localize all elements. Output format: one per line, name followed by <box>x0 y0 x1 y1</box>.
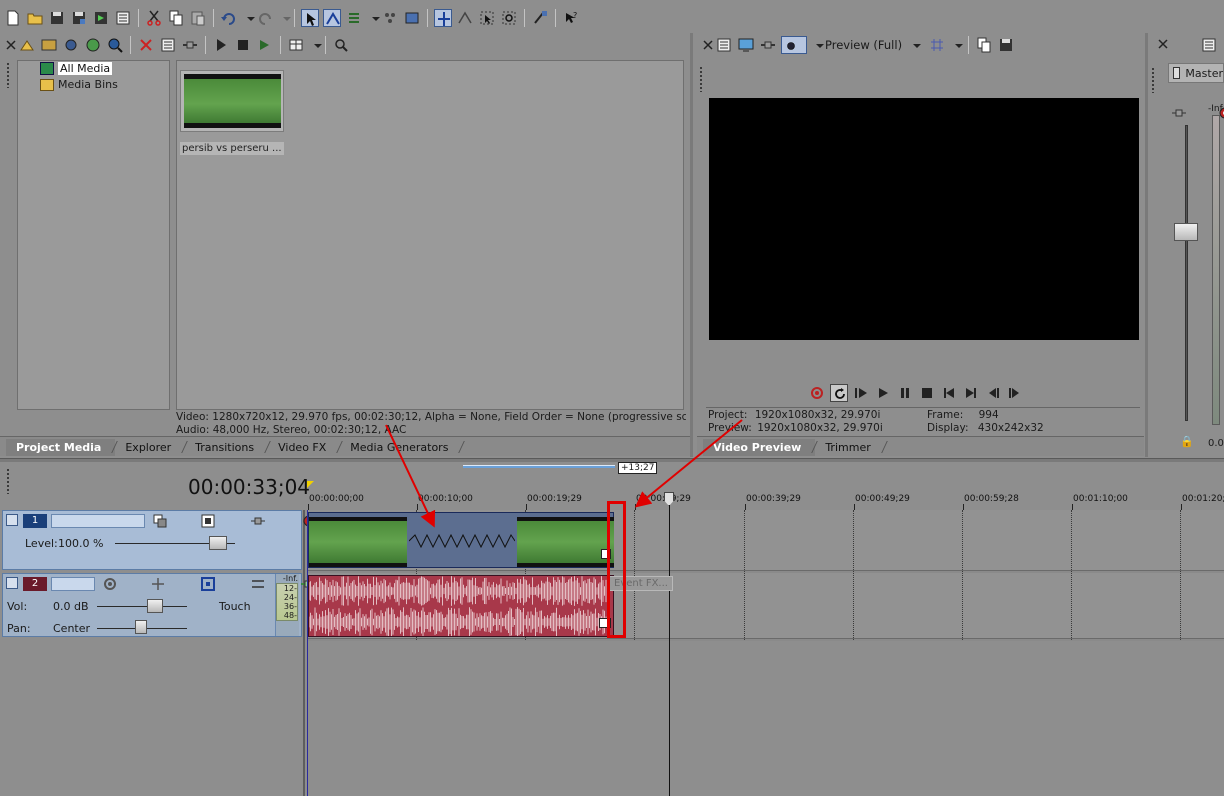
annotation-arrows <box>385 419 743 528</box>
annotation-arrow-2 <box>634 419 743 508</box>
annotation-arrow-1 <box>385 424 436 528</box>
